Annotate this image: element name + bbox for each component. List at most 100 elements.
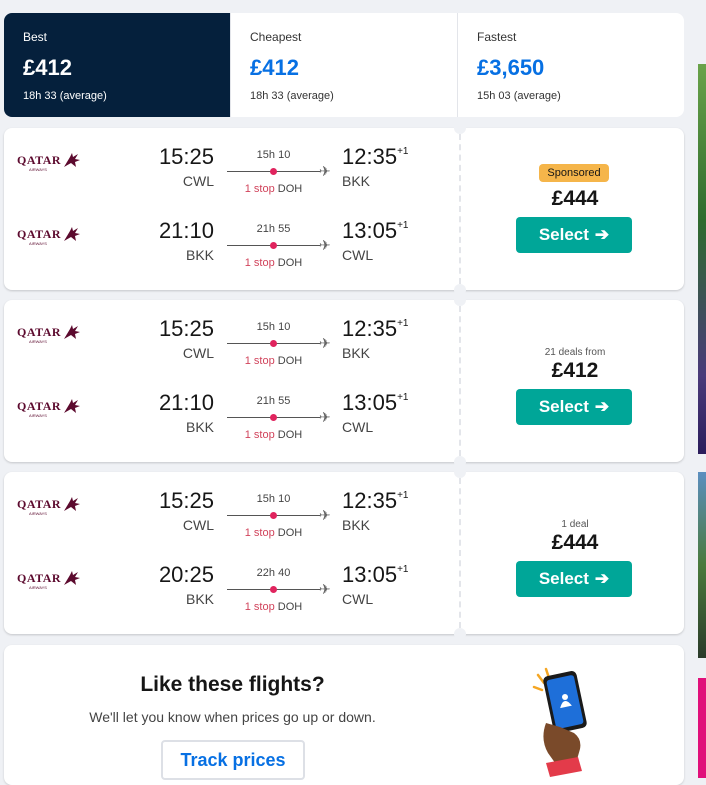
airline-wordmark: QATAR bbox=[17, 325, 62, 339]
side-ad-image-bottom bbox=[698, 678, 706, 778]
route-line: 15h 10 ✈ 1 stop DOH bbox=[227, 149, 332, 210]
select-button[interactable]: Select ➔ bbox=[516, 389, 632, 425]
departure-time: 21:10 bbox=[158, 218, 214, 243]
arrival-airport: BKK bbox=[342, 517, 371, 533]
sort-tabs: Best £412 18h 33 (average) Cheapest £412… bbox=[4, 13, 684, 117]
tab-cheapest[interactable]: Cheapest £412 18h 33 (average) bbox=[231, 13, 458, 117]
stops-count: 1 stop bbox=[244, 257, 275, 269]
airline-logo: QATAR AIRWAYS bbox=[17, 396, 80, 426]
card-divider bbox=[459, 134, 461, 284]
stops-info: 1 stop DOH bbox=[227, 183, 320, 195]
flight-duration: 15h 10 bbox=[256, 493, 291, 505]
arrival-time-value: 12:35 bbox=[342, 488, 398, 513]
airline-logo: QATAR AIRWAYS bbox=[17, 568, 80, 598]
departure-time: 15:25 bbox=[158, 144, 214, 169]
promo-title: Like these flights? bbox=[140, 673, 325, 696]
flight-duration: 22h 40 bbox=[256, 567, 291, 579]
card-notch bbox=[454, 294, 466, 306]
day-offset: +1 bbox=[397, 219, 409, 231]
flight-leg: QATAR AIRWAYS 20:25 BKK 22h 40 ✈ 1 stop DOH 13:… bbox=[4, 562, 454, 628]
stops-count: 1 stop bbox=[244, 355, 275, 367]
card-divider bbox=[459, 478, 461, 628]
plane-icon: ✈ bbox=[319, 163, 331, 179]
departure-airport: BKK bbox=[185, 419, 214, 435]
departure-airport: BKK bbox=[185, 247, 214, 263]
route-line: 21h 55 ✈ 1 stop DOH bbox=[227, 395, 332, 456]
tab-best[interactable]: Best £412 18h 33 (average) bbox=[4, 13, 231, 117]
stop-dot bbox=[270, 242, 277, 249]
select-button[interactable]: Select ➔ bbox=[516, 561, 632, 597]
stops-info: 1 stop DOH bbox=[227, 601, 320, 613]
day-offset: +1 bbox=[397, 563, 409, 575]
stop-airport: DOH bbox=[277, 429, 303, 441]
plane-icon: ✈ bbox=[319, 237, 331, 253]
select-button[interactable]: Select ➔ bbox=[516, 217, 632, 253]
price: £444 bbox=[551, 187, 599, 210]
airline-wordmark: QATAR bbox=[17, 153, 62, 167]
arrival-time: 13:05+1 bbox=[342, 562, 408, 588]
arrow-right-icon: ➔ bbox=[594, 569, 610, 588]
tab-duration: 18h 33 (average) bbox=[250, 90, 334, 102]
stop-dot bbox=[270, 512, 277, 519]
arrival-airport: CWL bbox=[342, 591, 374, 607]
oryx-icon bbox=[64, 399, 80, 413]
departure-airport: CWL bbox=[182, 173, 214, 189]
flight-leg: QATAR AIRWAYS 21:10 BKK 21h 55 ✈ 1 stop DOH 13:… bbox=[4, 218, 454, 284]
plane-icon: ✈ bbox=[319, 581, 331, 597]
arrival-time-value: 13:05 bbox=[342, 218, 398, 243]
departure-time: 20:25 bbox=[158, 562, 214, 587]
side-ad-image-top bbox=[698, 64, 706, 454]
flight-result-card[interactable]: QATAR AIRWAYS 15:25 CWL 15h 10 ✈ 1 stop DOH 12:… bbox=[4, 294, 684, 468]
phone-alert-illustration bbox=[532, 667, 587, 777]
price: £444 bbox=[551, 531, 599, 554]
price-panel: Sponsored £444 Select ➔ bbox=[466, 128, 684, 290]
price-panel: 21 deals from £412 Select ➔ bbox=[466, 300, 684, 462]
stops-count: 1 stop bbox=[244, 527, 275, 539]
plane-icon: ✈ bbox=[319, 335, 331, 351]
flight-result-card[interactable]: QATAR AIRWAYS 15:25 CWL 15h 10 ✈ 1 stop DOH 12:… bbox=[4, 122, 684, 296]
route-line: 22h 40 ✈ 1 stop DOH bbox=[227, 567, 332, 628]
arrival-time: 12:35+1 bbox=[342, 144, 408, 170]
stop-airport: DOH bbox=[277, 527, 303, 539]
airline-subtext: AIRWAYS bbox=[29, 167, 47, 172]
plane-icon: ✈ bbox=[319, 507, 331, 523]
tab-duration: 15h 03 (average) bbox=[477, 90, 561, 102]
departure-time: 21:10 bbox=[158, 390, 214, 415]
airline-wordmark: QATAR bbox=[17, 571, 62, 585]
day-offset: +1 bbox=[397, 489, 409, 501]
arrival-time-value: 12:35 bbox=[342, 316, 398, 341]
stops-info: 1 stop DOH bbox=[227, 355, 320, 367]
oryx-icon bbox=[64, 571, 80, 585]
airline-subtext: AIRWAYS bbox=[29, 511, 47, 516]
stop-dot bbox=[270, 168, 277, 175]
sponsored-badge: Sponsored bbox=[539, 164, 609, 182]
day-offset: +1 bbox=[397, 145, 409, 157]
select-label: Select bbox=[538, 397, 589, 416]
stop-airport: DOH bbox=[277, 183, 303, 195]
tab-label: Best bbox=[23, 30, 48, 44]
day-offset: +1 bbox=[397, 391, 409, 403]
tab-fastest[interactable]: Fastest £3,650 15h 03 (average) bbox=[458, 13, 684, 117]
flight-leg: QATAR AIRWAYS 15:25 CWL 15h 10 ✈ 1 stop DOH 12:… bbox=[4, 144, 454, 210]
flight-duration: 21h 55 bbox=[256, 395, 291, 407]
promo-subtitle: We'll let you know when prices go up or … bbox=[89, 709, 376, 725]
airline-wordmark: QATAR bbox=[17, 227, 62, 241]
day-offset: +1 bbox=[397, 317, 409, 329]
stop-dot bbox=[270, 586, 277, 593]
flight-leg: QATAR AIRWAYS 15:25 CWL 15h 10 ✈ 1 stop DOH 12:… bbox=[4, 316, 454, 382]
flight-result-card[interactable]: QATAR AIRWAYS 15:25 CWL 15h 10 ✈ 1 stop DOH 12:… bbox=[4, 466, 684, 640]
tab-label: Fastest bbox=[477, 30, 517, 44]
departure-time: 15:25 bbox=[158, 316, 214, 341]
stop-airport: DOH bbox=[277, 257, 303, 269]
select-label: Select bbox=[538, 225, 589, 244]
arrival-time: 13:05+1 bbox=[342, 218, 408, 244]
stops-count: 1 stop bbox=[244, 183, 275, 195]
airline-wordmark: QATAR bbox=[17, 399, 62, 413]
arrow-right-icon: ➔ bbox=[594, 225, 610, 244]
airline-wordmark: QATAR bbox=[17, 497, 62, 511]
airline-subtext: AIRWAYS bbox=[29, 339, 47, 344]
arrival-time-value: 13:05 bbox=[342, 390, 398, 415]
track-prices-button[interactable]: Track prices bbox=[161, 740, 305, 780]
arrival-airport: BKK bbox=[342, 173, 371, 189]
departure-airport: BKK bbox=[185, 591, 214, 607]
